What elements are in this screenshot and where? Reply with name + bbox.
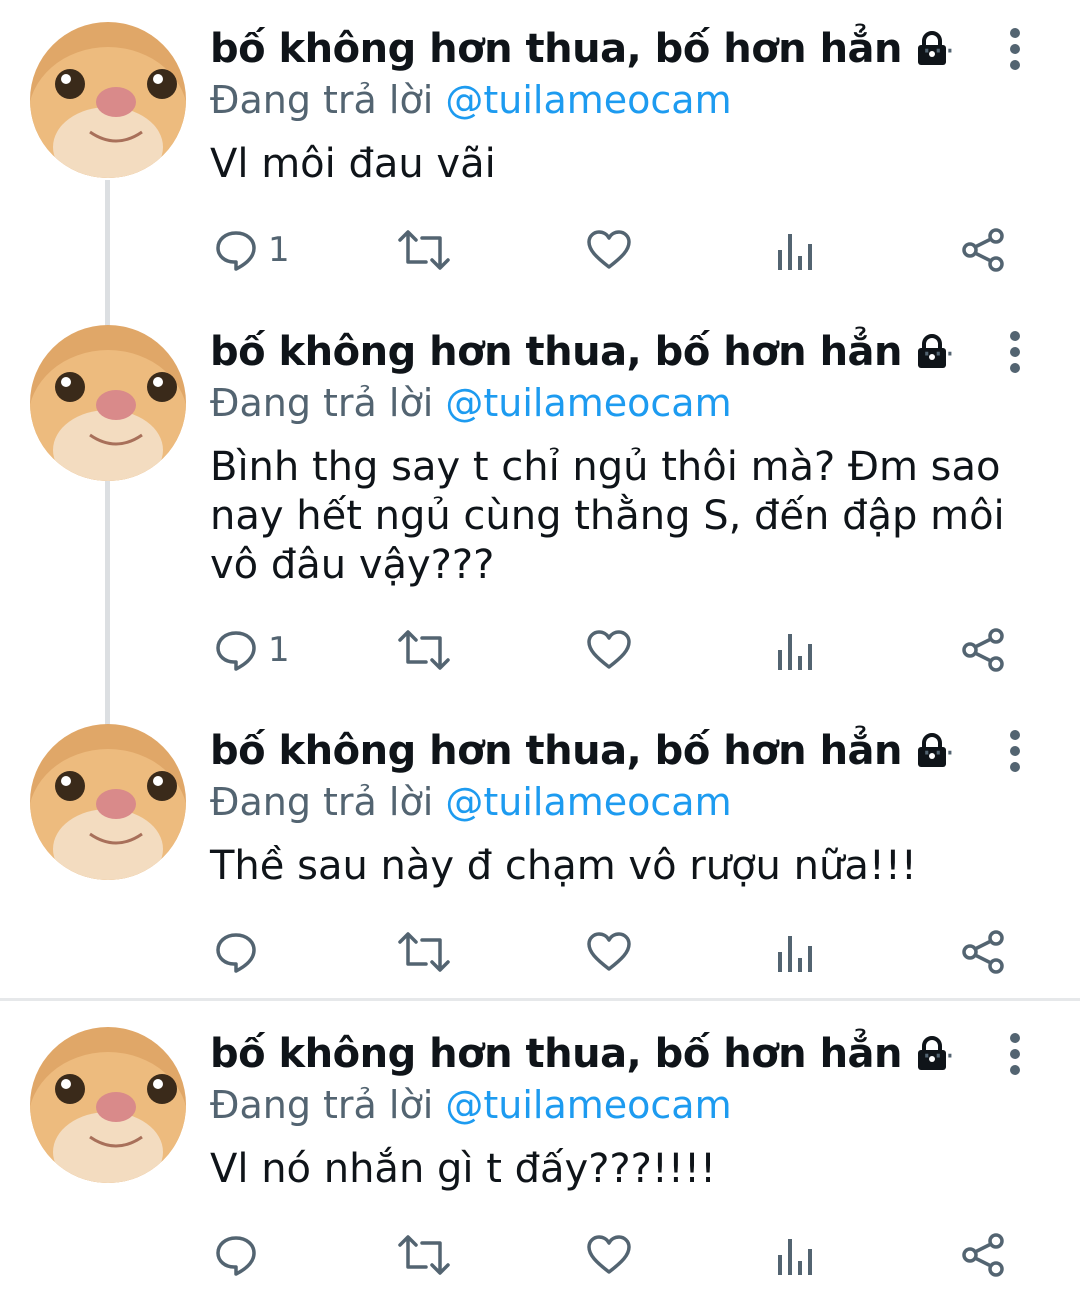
reply-icon — [216, 933, 256, 973]
more-dots[interactable]: ··· — [922, 337, 957, 372]
avatar[interactable] — [30, 724, 186, 880]
retweet-button[interactable] — [396, 622, 452, 678]
tweet-header: bố không hơn thua, bố hơn hẳn ··· — [210, 724, 1040, 778]
avatar[interactable] — [30, 22, 186, 178]
retweet-icon — [398, 1235, 450, 1275]
tweet-header: bố không hơn thua, bố hơn hẳn ··· — [210, 325, 1040, 379]
kebab-icon[interactable] — [1000, 1029, 1030, 1079]
action-bar — [210, 1227, 1010, 1283]
kebab-icon[interactable] — [1000, 24, 1030, 74]
tweet-content: bố không hơn thua, bố hơn hẳn ··· Đang t… — [210, 724, 1040, 891]
replying-prefix: Đang trả lời — [210, 780, 434, 824]
like-button[interactable] — [586, 1227, 632, 1283]
tweet-text-line: Bình thg say t chỉ ngủ thôi mà? Đm sao — [210, 444, 1001, 490]
avatar[interactable] — [30, 1027, 186, 1183]
replying-prefix: Đang trả lời — [210, 78, 434, 122]
tweet-text-line: vô đâu vậy??? — [210, 542, 495, 588]
views-button[interactable] — [776, 622, 816, 678]
like-button[interactable] — [586, 622, 632, 678]
cat-avatar-image — [30, 22, 186, 178]
heart-icon — [587, 630, 631, 669]
like-button[interactable] — [586, 924, 632, 980]
cat-avatar-image — [30, 724, 186, 880]
action-bar — [210, 924, 1010, 980]
heart-icon — [587, 932, 631, 971]
mention-link[interactable]: @tuilameocam — [445, 780, 731, 824]
reply-icon — [216, 231, 256, 271]
tweet-text: Vl nó nhắn gì t đấy???!!!! — [210, 1146, 717, 1192]
reply-count: 1 — [268, 230, 290, 270]
action-bar: 1 — [210, 222, 1010, 278]
like-button[interactable] — [586, 222, 632, 278]
views-icon — [778, 1239, 812, 1275]
tweet-text: Bình thg say t chỉ ngủ thôi mà? Đm sao n… — [210, 443, 1010, 590]
views-button[interactable] — [776, 1227, 816, 1283]
share-button[interactable] — [960, 924, 1006, 980]
action-bar: 1 — [210, 622, 1010, 678]
cat-avatar-image — [30, 325, 186, 481]
reply-thread: bố không hơn thua, bố hơn hẳn ··· Đang t… — [0, 0, 1080, 1300]
reply-button[interactable]: 1 — [214, 622, 290, 678]
heart-icon — [587, 230, 631, 269]
share-button[interactable] — [960, 222, 1006, 278]
retweet-icon — [398, 230, 450, 270]
display-name[interactable]: bố không hơn thua, bố hơn hẳn — [210, 1031, 903, 1077]
tweet-header: bố không hơn thua, bố hơn hẳn ··· — [210, 22, 1040, 76]
tweet-text: Thề sau này đ chạm vô rượu nữa!!! — [210, 843, 917, 889]
reply-button[interactable] — [214, 924, 268, 980]
more-dots[interactable]: ··· — [922, 34, 957, 69]
reply-button[interactable]: 1 — [214, 222, 290, 278]
kebab-icon[interactable] — [1000, 327, 1030, 377]
tweet-content: bố không hơn thua, bố hơn hẳn ··· Đang t… — [210, 22, 1040, 189]
share-button[interactable] — [960, 1227, 1006, 1283]
retweet-icon — [398, 932, 450, 972]
share-icon — [962, 1233, 1004, 1277]
reply-icon — [216, 1236, 256, 1276]
views-button[interactable] — [776, 924, 816, 980]
mention-link[interactable]: @tuilameocam — [445, 78, 731, 122]
kebab-icon[interactable] — [1000, 726, 1030, 776]
retweet-button[interactable] — [396, 1227, 452, 1283]
mention-link[interactable]: @tuilameocam — [445, 381, 731, 425]
mention-link[interactable]: @tuilameocam — [445, 1083, 731, 1127]
tweet-divider — [0, 998, 1080, 1001]
heart-icon — [587, 1235, 631, 1274]
share-button[interactable] — [960, 622, 1006, 678]
share-icon — [962, 228, 1004, 272]
retweet-button[interactable] — [396, 924, 452, 980]
replying-to: Đang trả lời @tuilameocam — [210, 778, 1040, 826]
tweet-text-line: nay hết ngủ cùng thằng S, đến đập môi — [210, 493, 1005, 539]
avatar[interactable] — [30, 325, 186, 481]
views-icon — [778, 234, 812, 270]
replying-to: Đang trả lời @tuilameocam — [210, 379, 1040, 427]
replying-prefix: Đang trả lời — [210, 381, 434, 425]
more-dots[interactable]: ··· — [922, 1039, 957, 1074]
reply-button[interactable] — [214, 1227, 268, 1283]
retweet-button[interactable] — [396, 222, 452, 278]
replying-to: Đang trả lời @tuilameocam — [210, 76, 1040, 124]
share-icon — [962, 930, 1004, 974]
cat-avatar-image — [30, 1027, 186, 1183]
views-icon — [778, 936, 812, 972]
replying-to: Đang trả lời @tuilameocam — [210, 1081, 1040, 1129]
tweet-content: bố không hơn thua, bố hơn hẳn ··· Đang t… — [210, 1027, 1040, 1194]
replying-prefix: Đang trả lời — [210, 1083, 434, 1127]
views-button[interactable] — [776, 222, 816, 278]
retweet-icon — [398, 630, 450, 670]
tweet-content: bố không hơn thua, bố hơn hẳn ··· Đang t… — [210, 325, 1040, 590]
display-name[interactable]: bố không hơn thua, bố hơn hẳn — [210, 26, 903, 72]
tweet-header: bố không hơn thua, bố hơn hẳn ··· — [210, 1027, 1040, 1081]
reply-icon — [216, 631, 256, 671]
display-name[interactable]: bố không hơn thua, bố hơn hẳn — [210, 728, 903, 774]
share-icon — [962, 628, 1004, 672]
display-name[interactable]: bố không hơn thua, bố hơn hẳn — [210, 329, 903, 375]
views-icon — [778, 634, 812, 670]
tweet-text: Vl môi đau vãi — [210, 141, 496, 187]
reply-count: 1 — [268, 630, 290, 670]
more-dots[interactable]: ··· — [922, 736, 957, 771]
